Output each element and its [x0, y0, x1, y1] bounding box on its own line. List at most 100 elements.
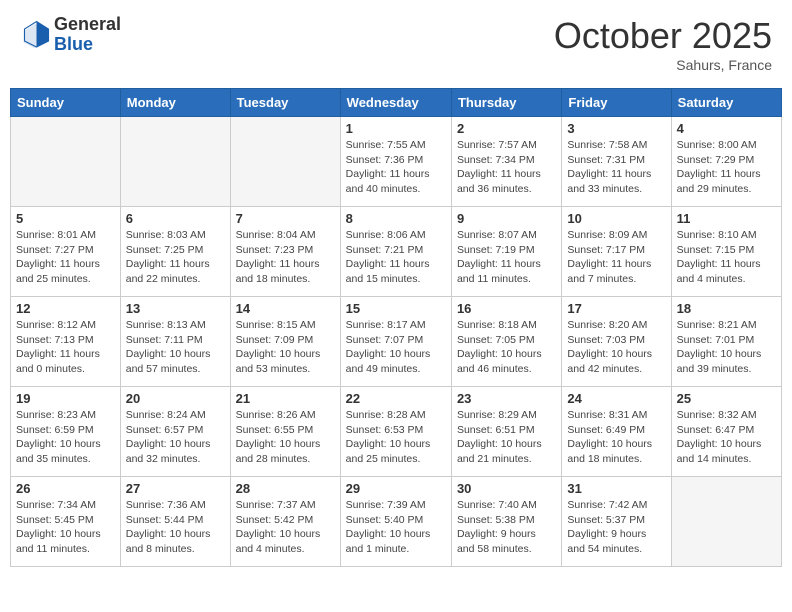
day-info: Sunrise: 8:15 AM Sunset: 7:09 PM Dayligh… [236, 318, 335, 377]
calendar-cell: 21 Sunrise: 8:26 AM Sunset: 6:55 PM Dayli… [230, 387, 340, 477]
calendar-cell: 29 Sunrise: 7:39 AM Sunset: 5:40 PM Dayli… [340, 477, 451, 567]
calendar-cell: 7 Sunrise: 8:04 AM Sunset: 7:23 PM Daylig… [230, 207, 340, 297]
day-number: 23 [457, 391, 556, 406]
day-number: 27 [126, 481, 225, 496]
day-number: 29 [346, 481, 446, 496]
logo-blue: Blue [54, 35, 121, 55]
day-header-monday: Monday [120, 89, 230, 117]
title-block: October 2025 Sahurs, France [554, 15, 772, 73]
day-info: Sunrise: 8:17 AM Sunset: 7:07 PM Dayligh… [346, 318, 446, 377]
day-info: Sunrise: 8:00 AM Sunset: 7:29 PM Dayligh… [677, 138, 776, 197]
calendar-cell: 10 Sunrise: 8:09 AM Sunset: 7:17 PM Dayli… [562, 207, 671, 297]
day-info: Sunrise: 7:37 AM Sunset: 5:42 PM Dayligh… [236, 498, 335, 557]
day-info: Sunrise: 8:12 AM Sunset: 7:13 PM Dayligh… [16, 318, 115, 377]
day-info: Sunrise: 8:32 AM Sunset: 6:47 PM Dayligh… [677, 408, 776, 467]
calendar-cell: 30 Sunrise: 7:40 AM Sunset: 5:38 PM Dayli… [451, 477, 561, 567]
day-number: 9 [457, 211, 556, 226]
month-title: October 2025 [554, 15, 772, 57]
calendar-cell: 13 Sunrise: 8:13 AM Sunset: 7:11 PM Dayli… [120, 297, 230, 387]
day-info: Sunrise: 7:36 AM Sunset: 5:44 PM Dayligh… [126, 498, 225, 557]
calendar-cell: 3 Sunrise: 7:58 AM Sunset: 7:31 PM Daylig… [562, 117, 671, 207]
day-info: Sunrise: 8:23 AM Sunset: 6:59 PM Dayligh… [16, 408, 115, 467]
day-info: Sunrise: 7:57 AM Sunset: 7:34 PM Dayligh… [457, 138, 556, 197]
day-info: Sunrise: 7:58 AM Sunset: 7:31 PM Dayligh… [567, 138, 665, 197]
calendar-cell [11, 117, 121, 207]
calendar-cell: 4 Sunrise: 8:00 AM Sunset: 7:29 PM Daylig… [671, 117, 781, 207]
calendar-cell: 17 Sunrise: 8:20 AM Sunset: 7:03 PM Dayli… [562, 297, 671, 387]
day-number: 3 [567, 121, 665, 136]
location-subtitle: Sahurs, France [554, 57, 772, 73]
day-number: 17 [567, 301, 665, 316]
day-number: 10 [567, 211, 665, 226]
page-header: General Blue October 2025 Sahurs, France [10, 10, 782, 78]
day-number: 7 [236, 211, 335, 226]
day-info: Sunrise: 8:09 AM Sunset: 7:17 PM Dayligh… [567, 228, 665, 287]
logo-general: General [54, 15, 121, 35]
calendar-cell [230, 117, 340, 207]
day-number: 26 [16, 481, 115, 496]
calendar-cell: 23 Sunrise: 8:29 AM Sunset: 6:51 PM Dayli… [451, 387, 561, 477]
day-number: 24 [567, 391, 665, 406]
week-row-3: 12 Sunrise: 8:12 AM Sunset: 7:13 PM Dayli… [11, 297, 782, 387]
day-info: Sunrise: 8:29 AM Sunset: 6:51 PM Dayligh… [457, 408, 556, 467]
day-info: Sunrise: 8:04 AM Sunset: 7:23 PM Dayligh… [236, 228, 335, 287]
day-number: 15 [346, 301, 446, 316]
week-row-1: 1Sunrise: 7:55 AM Sunset: 7:36 PM Daylig… [11, 117, 782, 207]
day-header-wednesday: Wednesday [340, 89, 451, 117]
day-info: Sunrise: 8:26 AM Sunset: 6:55 PM Dayligh… [236, 408, 335, 467]
day-header-friday: Friday [562, 89, 671, 117]
day-number: 12 [16, 301, 115, 316]
calendar-cell: 12 Sunrise: 8:12 AM Sunset: 7:13 PM Dayli… [11, 297, 121, 387]
calendar-cell: 1Sunrise: 7:55 AM Sunset: 7:36 PM Daylig… [340, 117, 451, 207]
day-number: 13 [126, 301, 225, 316]
calendar-cell: 27 Sunrise: 7:36 AM Sunset: 5:44 PM Dayli… [120, 477, 230, 567]
week-row-2: 5Sunrise: 8:01 AM Sunset: 7:27 PM Daylig… [11, 207, 782, 297]
day-number: 4 [677, 121, 776, 136]
day-info: Sunrise: 8:06 AM Sunset: 7:21 PM Dayligh… [346, 228, 446, 287]
day-number: 16 [457, 301, 556, 316]
day-info: Sunrise: 7:39 AM Sunset: 5:40 PM Dayligh… [346, 498, 446, 557]
day-number: 25 [677, 391, 776, 406]
day-header-tuesday: Tuesday [230, 89, 340, 117]
calendar-cell: 22Sunrise: 8:28 AM Sunset: 6:53 PM Dayli… [340, 387, 451, 477]
day-number: 30 [457, 481, 556, 496]
calendar-cell: 15 Sunrise: 8:17 AM Sunset: 7:07 PM Dayli… [340, 297, 451, 387]
calendar-cell: 26 Sunrise: 7:34 AM Sunset: 5:45 PM Dayli… [11, 477, 121, 567]
day-info: Sunrise: 7:55 AM Sunset: 7:36 PM Dayligh… [346, 138, 446, 197]
calendar-cell: 25 Sunrise: 8:32 AM Sunset: 6:47 PM Dayli… [671, 387, 781, 477]
day-number: 21 [236, 391, 335, 406]
calendar-cell: 5Sunrise: 8:01 AM Sunset: 7:27 PM Daylig… [11, 207, 121, 297]
day-number: 2 [457, 121, 556, 136]
day-info: Sunrise: 8:07 AM Sunset: 7:19 PM Dayligh… [457, 228, 556, 287]
day-header-saturday: Saturday [671, 89, 781, 117]
calendar-cell: 8 Sunrise: 8:06 AM Sunset: 7:21 PM Daylig… [340, 207, 451, 297]
day-number: 14 [236, 301, 335, 316]
calendar-cell: 2 Sunrise: 7:57 AM Sunset: 7:34 PM Daylig… [451, 117, 561, 207]
day-number: 20 [126, 391, 225, 406]
calendar-cell: 20Sunrise: 8:24 AM Sunset: 6:57 PM Dayli… [120, 387, 230, 477]
day-info: Sunrise: 8:10 AM Sunset: 7:15 PM Dayligh… [677, 228, 776, 287]
calendar-cell [671, 477, 781, 567]
logo-icon [20, 20, 50, 50]
day-number: 22 [346, 391, 446, 406]
day-number: 8 [346, 211, 446, 226]
calendar-cell [120, 117, 230, 207]
day-header-thursday: Thursday [451, 89, 561, 117]
day-number: 19 [16, 391, 115, 406]
day-info: Sunrise: 8:03 AM Sunset: 7:25 PM Dayligh… [126, 228, 225, 287]
day-info: Sunrise: 7:40 AM Sunset: 5:38 PM Dayligh… [457, 498, 556, 557]
day-info: Sunrise: 7:34 AM Sunset: 5:45 PM Dayligh… [16, 498, 115, 557]
day-info: Sunrise: 8:18 AM Sunset: 7:05 PM Dayligh… [457, 318, 556, 377]
day-info: Sunrise: 8:20 AM Sunset: 7:03 PM Dayligh… [567, 318, 665, 377]
calendar-cell: 24 Sunrise: 8:31 AM Sunset: 6:49 PM Dayli… [562, 387, 671, 477]
day-number: 18 [677, 301, 776, 316]
day-info: Sunrise: 8:13 AM Sunset: 7:11 PM Dayligh… [126, 318, 225, 377]
day-number: 31 [567, 481, 665, 496]
day-info: Sunrise: 8:21 AM Sunset: 7:01 PM Dayligh… [677, 318, 776, 377]
day-number: 11 [677, 211, 776, 226]
week-row-4: 19 Sunrise: 8:23 AM Sunset: 6:59 PM Dayli… [11, 387, 782, 477]
day-header-sunday: Sunday [11, 89, 121, 117]
calendar-cell: 16 Sunrise: 8:18 AM Sunset: 7:05 PM Dayli… [451, 297, 561, 387]
day-info: Sunrise: 8:31 AM Sunset: 6:49 PM Dayligh… [567, 408, 665, 467]
day-number: 28 [236, 481, 335, 496]
